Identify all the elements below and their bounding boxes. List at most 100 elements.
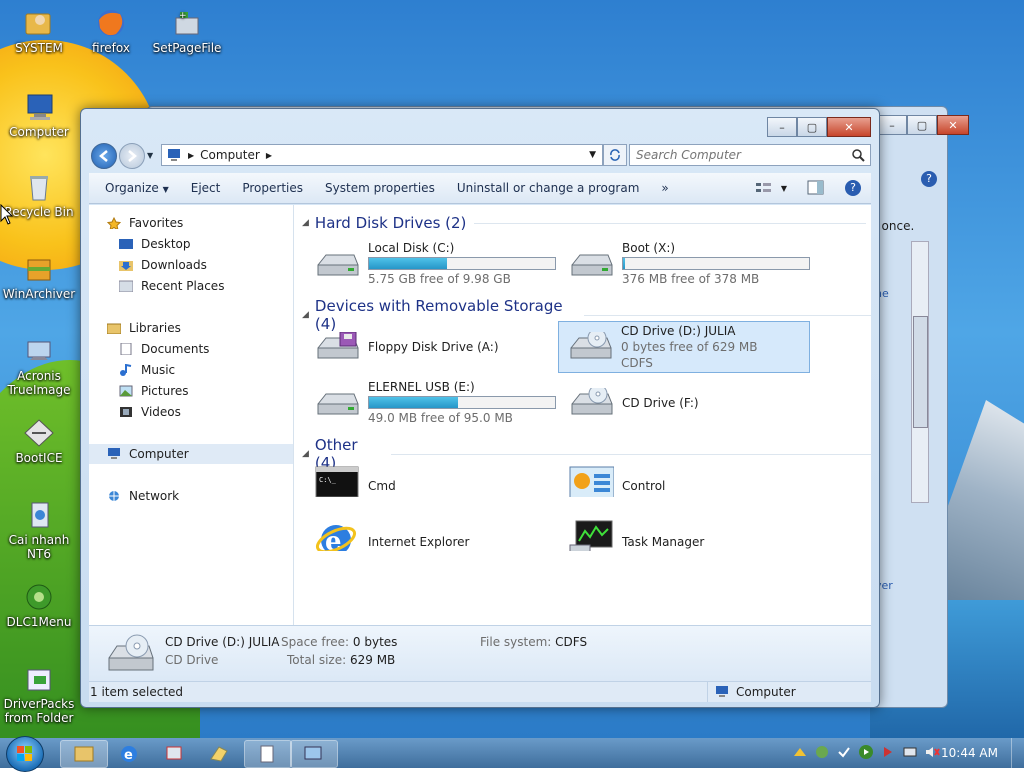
play-icon[interactable] [858,744,874,760]
network-status-icon[interactable] [902,744,918,760]
group-hard-disk-drives[interactable]: ◢ Hard Disk Drives (2) [302,214,867,232]
back-button[interactable] [91,143,117,169]
item-task-manager[interactable]: Task Manager [560,517,810,567]
tray-icon[interactable] [836,744,852,760]
chevron-down-icon: ▼ [162,185,169,194]
maximize-icon[interactable]: ▢ [907,115,937,135]
address-bar[interactable]: ▶ Computer ▶ ▼ [161,144,603,166]
desktop-icon-cai-nhanh[interactable]: Cai nhanh NT6 [0,500,78,561]
drive-x[interactable]: Boot (X:) 376 MB free of 378 MB [560,239,810,289]
command-bar: Organize ▼ Eject Properties System prope… [89,173,871,204]
nav-recent-places[interactable]: Recent Places [119,276,224,296]
desktop-icon-acronis[interactable]: Acronis TrueImage [0,336,78,397]
nav-label: Music [141,363,176,377]
desktop-icon-firefox[interactable]: firefox [72,8,150,55]
background-window-scrollbar[interactable] [911,241,929,503]
details-space-free: 0 bytes [352,635,398,649]
close-icon[interactable]: ✕ [827,117,871,137]
search-icon[interactable] [850,147,866,163]
system-properties-button[interactable]: System properties [314,181,446,195]
breadcrumb-separator-icon[interactable]: ▶ [266,151,272,160]
show-desktop-button[interactable] [1011,738,1024,768]
firefox-icon [94,8,128,38]
nav-network[interactable]: Network [107,486,179,506]
pictures-icon [119,385,133,397]
eject-button[interactable]: Eject [180,181,232,195]
tray-icon[interactable] [880,744,896,760]
desktop-icon-bootice[interactable]: BootICE [0,418,78,465]
recent-pages-chevron-icon[interactable]: ▼ [147,151,153,160]
desktop-icon-dlc1menu[interactable]: DLC1Menu [0,582,78,629]
collapse-triangle-icon[interactable]: ◢ [302,449,309,459]
nav-videos[interactable]: Videos [119,402,181,422]
help-icon[interactable]: ? [921,171,937,187]
item-name: Task Manager [622,535,705,549]
folder-user-icon [22,8,56,38]
tray-icon[interactable] [792,744,808,760]
system-tray [792,744,940,760]
search-box[interactable] [629,144,871,166]
taskbar-window-button[interactable] [290,740,338,768]
breadcrumb-computer[interactable]: Computer [200,148,260,162]
taskbar-app-button[interactable] [196,740,244,768]
acronis-icon [22,336,56,366]
preview-pane-icon[interactable] [807,180,825,196]
maximize-icon[interactable]: ▢ [797,117,827,137]
task-manager-icon [569,520,613,551]
nav-pictures[interactable]: Pictures [119,381,189,401]
nav-desktop[interactable]: Desktop [119,234,191,254]
desktop-icon-driverpacks[interactable]: DriverPacks from Folder [0,664,78,725]
desktop-icon-computer[interactable]: Computer [0,92,78,139]
help-icon[interactable]: ? [845,180,861,196]
more-commands-button[interactable]: » [650,181,679,195]
nav-downloads[interactable]: Downloads [119,255,207,275]
computer-icon [716,686,728,697]
collapse-triangle-icon[interactable]: ◢ [302,218,309,228]
minimize-icon[interactable]: – [877,115,907,135]
folder-icon [74,746,94,762]
item-internet-explorer[interactable]: e Internet Explorer [306,517,556,567]
volume-muted-icon[interactable] [924,744,940,760]
organize-button[interactable]: Organize ▼ [89,181,180,195]
drive-d[interactable]: CD Drive (D:) JULIA 0 bytes free of 629 … [558,321,810,373]
desktop-icon-system[interactable]: SYSTEM [0,8,78,55]
item-control[interactable]: Control [560,461,810,511]
drive-e[interactable]: ELERNEL USB (E:) 49.0 MB free of 95.0 MB [306,378,556,428]
uninstall-program-button[interactable]: Uninstall or change a program [446,181,651,195]
tray-icon[interactable] [814,744,830,760]
minimize-icon[interactable]: – [767,117,797,137]
taskbar-notepad-button[interactable] [244,740,292,768]
search-input[interactable] [630,147,850,163]
nav-favorites[interactable]: Favorites [107,213,183,233]
nav-music[interactable]: Music [119,360,175,380]
drive-filesystem: CDFS [621,356,653,370]
view-options-button[interactable]: ▼ [755,181,787,195]
forward-button[interactable] [119,143,145,169]
close-icon[interactable]: ✕ [937,115,969,135]
drive-c[interactable]: Local Disk (C:) 5.75 GB free of 9.98 GB [306,239,556,289]
nav-libraries[interactable]: Libraries [107,318,181,338]
drive-f[interactable]: CD Drive (F:) [560,378,810,428]
group-divider [391,453,872,455]
scroll-thumb[interactable] [913,316,928,428]
nav-computer[interactable]: Computer [89,444,293,464]
nav-documents[interactable]: Documents [119,339,209,359]
nav-label: Videos [141,405,181,419]
drive-usage-fill [623,258,625,269]
collapse-triangle-icon[interactable]: ◢ [302,310,309,320]
taskbar-explorer-button[interactable] [60,740,108,768]
desktop-icon-setpagefile[interactable]: + SetPageFile [148,8,226,55]
desktop-icon-winarchiver[interactable]: WinArchiver [0,254,78,301]
cd-drive-icon [571,388,613,415]
address-dropdown-icon[interactable]: ▼ [589,150,596,160]
properties-button[interactable]: Properties [231,181,314,195]
explorer-window[interactable]: – ▢ ✕ ▼ ▶ Computer ▶ ▼ Search Computer O… [80,108,880,708]
breadcrumb-separator-icon[interactable]: ▶ [188,151,194,160]
drive-a[interactable]: Floppy Disk Drive (A:) [306,322,556,372]
start-button[interactable] [6,736,44,772]
item-cmd[interactable]: C:\_ Cmd [306,461,556,511]
clock[interactable]: 10:44 AM [941,746,998,760]
taskbar-app-button[interactable] [152,740,200,768]
taskbar-ie-button[interactable]: e [108,740,156,768]
refresh-button[interactable] [603,144,627,166]
